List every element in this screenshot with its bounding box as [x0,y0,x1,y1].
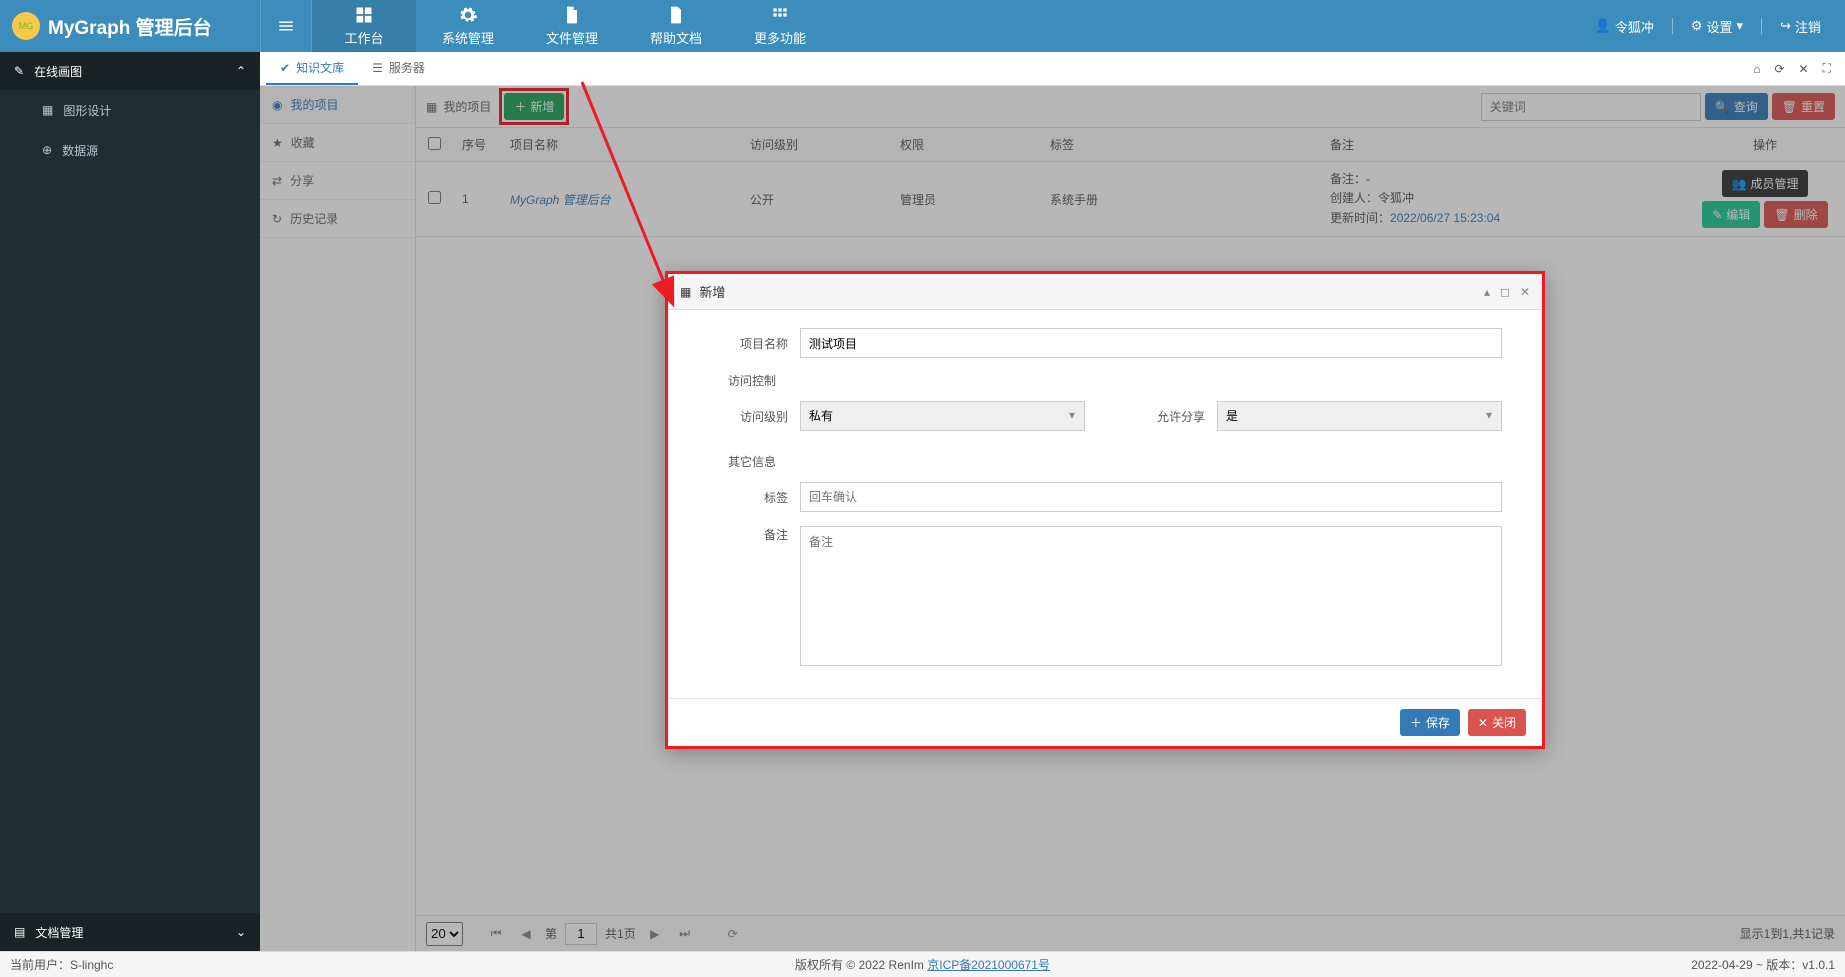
plus-icon: ＋ [1410,714,1422,731]
remark-label: 备注 [708,526,788,543]
tab-tools: ⌂ ⟳ ✕ ⛶ [1753,52,1845,85]
chevron-down-icon: ⌄ [236,925,246,939]
windows-icon: ▦ [680,285,691,299]
logout-icon: ↪ [1780,18,1791,34]
data-icon: ⊕ [42,143,52,157]
vk-icon: ✔ [280,61,290,75]
sidebar-toggle[interactable] [260,0,312,52]
tab-server[interactable]: ☰服务器 [358,52,439,85]
nav-system[interactable]: 系统管理 [416,0,520,52]
nav-files[interactable]: 文件管理 [520,0,624,52]
status-copyright: 版权所有 © 2022 RenIm 京ICP备2021000671号 [795,956,1050,973]
sidebar-section-drawing[interactable]: ✎在线画图 ⌃ [0,52,260,90]
nav-help[interactable]: 帮助文档 [624,0,728,52]
share-label: 允许分享 [1125,408,1205,425]
app-title: MyGraph 管理后台 [48,13,212,40]
logo-icon: MG [12,12,40,40]
share-select[interactable]: 是 [1217,401,1502,431]
user-icon: 👤 [1595,18,1611,34]
modal-footer: ＋保存 ✕关闭 [668,698,1542,746]
x-icon: ✕ [1478,716,1488,730]
book-icon: ▤ [14,925,25,939]
tag-input[interactable] [800,482,1502,512]
logout-link[interactable]: ↪注销 [1774,13,1827,40]
doc-icon [666,5,686,25]
user-link[interactable]: 👤令狐冲 [1589,13,1660,40]
status-version: 2022-04-29 ~ 版本：v1.0.1 [1691,956,1835,973]
tab-bar: ✔知识文库 ☰服务器 ⌂ ⟳ ✕ ⛶ [260,52,1845,86]
paint-icon: ✎ [14,64,24,78]
sidebar: ✎在线画图 ⌃ ▦图形设计 ⊕数据源 ▤文档管理 ⌄ [0,52,260,951]
other-section-label: 其它信息 [728,453,1502,470]
close-icon[interactable]: ✕ [1799,62,1809,76]
modal-maximize[interactable]: ◻ [1500,285,1510,299]
refresh-icon[interactable]: ⟳ [1774,62,1784,76]
tag-label: 标签 [708,489,788,506]
caret-down-icon: ▾ [1737,18,1744,34]
modal-header: ▦ 新增 ▴ ◻ ✕ [668,274,1542,310]
new-project-modal: ▦ 新增 ▴ ◻ ✕ 项目名称 访问控制 访问级别 私有 允许分享 是 [665,271,1545,749]
grid-icon [770,5,790,25]
modal-collapse[interactable]: ▴ [1484,285,1490,299]
windows-icon [354,5,374,25]
nav-workbench[interactable]: 工作台 [312,0,416,52]
modal-title: 新增 [699,282,725,301]
divider [1672,18,1673,34]
nav-more[interactable]: 更多功能 [728,0,832,52]
sidebar-section-docs[interactable]: ▤文档管理 ⌄ [0,913,260,951]
tab-knowledge[interactable]: ✔知识文库 [266,52,358,85]
nav-label: 更多功能 [754,28,806,47]
app-logo: MG MyGraph 管理后台 [0,0,260,52]
nav-label: 文件管理 [546,28,598,47]
header-right: 👤令狐冲 ⚙设置 ▾ ↪注销 [1589,0,1845,52]
chevron-up-icon: ⌃ [236,64,246,78]
layout-icon: ▦ [42,103,53,117]
save-button[interactable]: ＋保存 [1400,709,1460,736]
name-label: 项目名称 [708,335,788,352]
home-icon[interactable]: ⌂ [1753,62,1760,76]
sidebar-item-design[interactable]: ▦图形设计 [0,90,260,130]
server-icon: ☰ [372,61,383,75]
app-header: MG MyGraph 管理后台 工作台 系统管理 文件管理 帮助文档 更多功能 … [0,0,1845,52]
settings-link[interactable]: ⚙设置 ▾ [1685,13,1749,40]
access-select[interactable]: 私有 [800,401,1085,431]
fullscreen-icon[interactable]: ⛶ [1823,61,1831,76]
nav-label: 系统管理 [442,28,494,47]
gear-icon [458,5,478,25]
status-bar: 当前用户：S-linghc 版权所有 © 2022 RenIm 京ICP备202… [0,951,1845,977]
modal-body: 项目名称 访问控制 访问级别 私有 允许分享 是 其它信息 标签 备注 [668,310,1542,698]
nav-label: 帮助文档 [650,28,702,47]
icp-link[interactable]: 京ICP备2021000671号 [927,958,1050,972]
access-section-label: 访问控制 [728,372,1502,389]
gear-icon: ⚙ [1691,18,1703,34]
remark-textarea[interactable] [800,526,1502,666]
status-user: 当前用户：S-linghc [10,956,113,973]
modal-close[interactable]: ✕ [1520,285,1530,299]
divider [1761,18,1762,34]
close-button[interactable]: ✕关闭 [1468,709,1526,736]
nav-label: 工作台 [344,28,383,47]
project-name-input[interactable] [800,328,1502,358]
file-icon [562,5,582,25]
sidebar-item-datasource[interactable]: ⊕数据源 [0,130,260,170]
access-label: 访问级别 [708,408,788,425]
